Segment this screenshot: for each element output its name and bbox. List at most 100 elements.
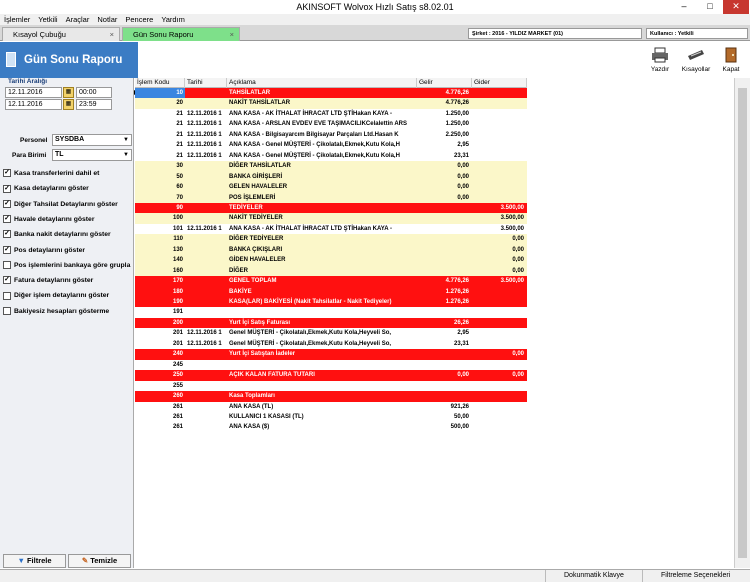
- table-row[interactable]: 110 DİĞER TEDİYELER 0,00: [135, 234, 527, 245]
- option-checkbox[interactable]: ✓ Kasa detaylarını göster: [3, 184, 89, 194]
- clear-button[interactable]: ✎ Temizle: [68, 554, 131, 568]
- table-row[interactable]: 201 12.11.2016 1 Genel MÜŞTERİ - Çikolatal…: [135, 338, 527, 350]
- table-row[interactable]: 170 GENEL TOPLAM 4.776,26 3.500,00: [135, 276, 527, 287]
- cell-gider: 3.500,00: [500, 225, 524, 232]
- option-checkbox[interactable]: Diğer işlem detaylarını göster: [3, 291, 109, 301]
- option-checkbox[interactable]: Pos işlemlerini bankaya göre grupla: [3, 261, 130, 271]
- table-row[interactable]: 260 Kasa Toplamları: [135, 391, 527, 402]
- column-header-income[interactable]: Gelir: [417, 78, 472, 88]
- table-row[interactable]: 250 AÇIK KALAN FATURA TUTARI 0,00 0,00: [135, 370, 527, 381]
- cell-date: [185, 245, 227, 256]
- menu-notlar[interactable]: Notlar: [93, 14, 121, 25]
- filter-button[interactable]: ▼ Filtrele: [3, 554, 66, 568]
- table-row[interactable]: 180 BAKİYE 1.276,26: [135, 286, 527, 298]
- maximize-button[interactable]: □: [697, 0, 723, 14]
- checkbox-empty-icon[interactable]: [3, 291, 11, 300]
- table-row[interactable]: ▶10TAHSİLATLAR4.776,26: [134, 88, 527, 99]
- table-row[interactable]: 245: [135, 359, 527, 371]
- currency-select[interactable]: TL ▼: [52, 149, 132, 161]
- end-time-input[interactable]: 23:59: [76, 99, 112, 110]
- cell-gelir: [417, 391, 472, 402]
- table-row[interactable]: 21 12.11.2016 1 ANA KASA - Genel MÜŞTERİ -…: [135, 140, 527, 151]
- cell-desc: TAHSİLATLAR: [229, 90, 271, 96]
- table-row[interactable]: 191: [135, 307, 527, 318]
- checkbox-checked-icon[interactable]: ✓: [3, 245, 11, 254]
- cell-gider: [472, 161, 527, 172]
- option-checkbox[interactable]: ✓ Fatura detaylarını göster: [3, 276, 93, 286]
- touch-keyboard-button[interactable]: Dokunmatik Klavye: [545, 570, 640, 582]
- table-row[interactable]: 201 12.11.2016 1 Genel MÜŞTERİ - Çikolatal…: [135, 328, 527, 339]
- table-row[interactable]: 20 NAKİT TAHSİLATLAR 4.776,26: [135, 98, 527, 109]
- table-row[interactable]: 30 DİĞER TAHSİLATLAR 0,00: [135, 161, 527, 172]
- personnel-select[interactable]: SYSDBA ▼: [52, 134, 132, 146]
- table-row[interactable]: 60 GELEN HAVALELER 0,00: [135, 182, 527, 193]
- close-report-button[interactable]: Kapat: [716, 44, 746, 76]
- option-checkbox[interactable]: Bakiyesiz hesapları gösterme: [3, 306, 109, 317]
- checkbox-checked-icon[interactable]: ✓: [3, 230, 11, 239]
- checkbox-checked-icon[interactable]: ✓: [3, 169, 11, 178]
- calendar-icon[interactable]: ▦: [63, 87, 74, 98]
- shortcuts-button[interactable]: Kısayollar: [678, 44, 714, 76]
- tab-close-icon[interactable]: ×: [110, 28, 114, 41]
- table-row[interactable]: 130 BANKA ÇIKIŞLARI 0,00: [135, 244, 527, 256]
- option-checkbox[interactable]: ✓ Banka nakit detaylarını göster: [3, 230, 111, 240]
- checkbox-checked-icon[interactable]: ✓: [3, 276, 11, 285]
- tab-label: Gün Sonu Raporu: [133, 30, 194, 39]
- scrollbar-thumb[interactable]: [738, 88, 747, 558]
- calendar-icon[interactable]: ▦: [63, 99, 74, 110]
- checkbox-empty-icon[interactable]: [3, 306, 11, 315]
- table-row[interactable]: 50 BANKA GİRİŞLERİ 0,00: [135, 171, 527, 183]
- checkbox-checked-icon[interactable]: ✓: [3, 215, 11, 224]
- end-date-input[interactable]: 12.11.2016: [5, 99, 62, 110]
- table-row[interactable]: 21 12.11.2016 1 ANA KASA - Genel MÜŞTERİ -…: [135, 150, 527, 162]
- cell-code: 21: [176, 152, 183, 159]
- option-checkbox[interactable]: ✓ Diğer Tahsilat Detaylarını göster: [3, 199, 118, 210]
- cell-code: 21: [176, 110, 183, 117]
- table-row[interactable]: 200 Yurt İçi Satış Faturası 26,26: [135, 317, 527, 329]
- column-header-description[interactable]: Açıklama: [227, 78, 417, 88]
- menu-islemler[interactable]: İşlemler: [0, 14, 34, 25]
- table-row[interactable]: 261 KULLANICI 1 KASASI (TL) 50,00: [135, 411, 527, 423]
- table-row[interactable]: 140 GİDEN HAVALELER 0,00: [135, 255, 527, 266]
- menu-yetkili[interactable]: Yetkili: [34, 14, 61, 25]
- tab-close-icon[interactable]: ×: [230, 28, 234, 41]
- filter-options-button[interactable]: Filtreleme Seçenekleri: [642, 570, 748, 582]
- checkbox-empty-icon[interactable]: [3, 261, 11, 269]
- column-header-code[interactable]: İşlem Kodu: [135, 78, 185, 88]
- cell-gelir: [417, 234, 472, 245]
- menu-pencere[interactable]: Pencere: [121, 14, 157, 25]
- table-row[interactable]: 255: [135, 380, 527, 392]
- cell-desc: Yurt İçi Satıştan İadeler: [229, 351, 296, 358]
- start-date-input[interactable]: 12.11.2016: [5, 87, 62, 98]
- column-header-expense[interactable]: Gider: [472, 78, 527, 88]
- column-header-date[interactable]: Tarihi: [185, 78, 227, 88]
- table-row[interactable]: 160 DİĞER 0,00: [135, 265, 527, 277]
- option-checkbox[interactable]: ✓ Pos detaylarını göster: [3, 245, 85, 256]
- table-row[interactable]: 21 12.11.2016 1 ANA KASA - Bilgisayarcım B…: [135, 129, 527, 141]
- table-row[interactable]: 90 TEDİYELER 3.500,00: [135, 202, 527, 214]
- tab-end-of-day-report[interactable]: Gün Sonu Raporu ×: [122, 27, 240, 41]
- minimize-button[interactable]: –: [671, 0, 697, 14]
- table-row[interactable]: 240 Yurt İçi Satıştan İadeler 0,00: [135, 349, 527, 360]
- table-row[interactable]: 190 KASA(LAR) BAKİYESİ (Nakit Tahsilatlar…: [135, 297, 527, 308]
- table-row[interactable]: 21 12.11.2016 1 ANA KASA - AK İTHALAT İHRA…: [135, 108, 527, 120]
- tab-shortcut-bar[interactable]: Kısayol Çubuğu ×: [2, 27, 120, 41]
- table-row[interactable]: 261 ANA KASA (TL) 921,26: [135, 401, 527, 412]
- print-button[interactable]: Yazdır: [643, 44, 677, 76]
- table-row[interactable]: 261 ANA KASA ($) 500,00: [135, 422, 527, 433]
- cell-desc: KASA(LAR) BAKİYESİ (Nakit Tahsilatlar - …: [229, 299, 392, 305]
- menu-yardim[interactable]: Yardım: [157, 14, 189, 25]
- table-row[interactable]: 21 12.11.2016 1 ANA KASA - ARSLAN EVDEV EV…: [135, 119, 527, 130]
- cell-date: [185, 276, 227, 287]
- menu-araclar[interactable]: Araçlar: [62, 14, 94, 25]
- option-checkbox[interactable]: ✓ Kasa transferlerini dahil et: [3, 169, 99, 179]
- start-time-input[interactable]: 00:00: [76, 87, 112, 98]
- vertical-scrollbar[interactable]: [734, 78, 750, 568]
- close-window-button[interactable]: ✕: [723, 0, 749, 14]
- checkbox-checked-icon[interactable]: ✓: [3, 184, 11, 193]
- option-checkbox[interactable]: ✓ Havale detaylarını göster: [3, 215, 94, 225]
- checkbox-checked-icon[interactable]: ✓: [3, 199, 11, 208]
- table-row[interactable]: 100 NAKİT TEDİYELER 3.500,00: [135, 213, 527, 224]
- table-row[interactable]: 101 12.11.2016 1 ANA KASA - AK İTHALAT İHR…: [135, 223, 527, 235]
- table-row[interactable]: 70 POS İŞLEMLERİ 0,00: [135, 192, 527, 203]
